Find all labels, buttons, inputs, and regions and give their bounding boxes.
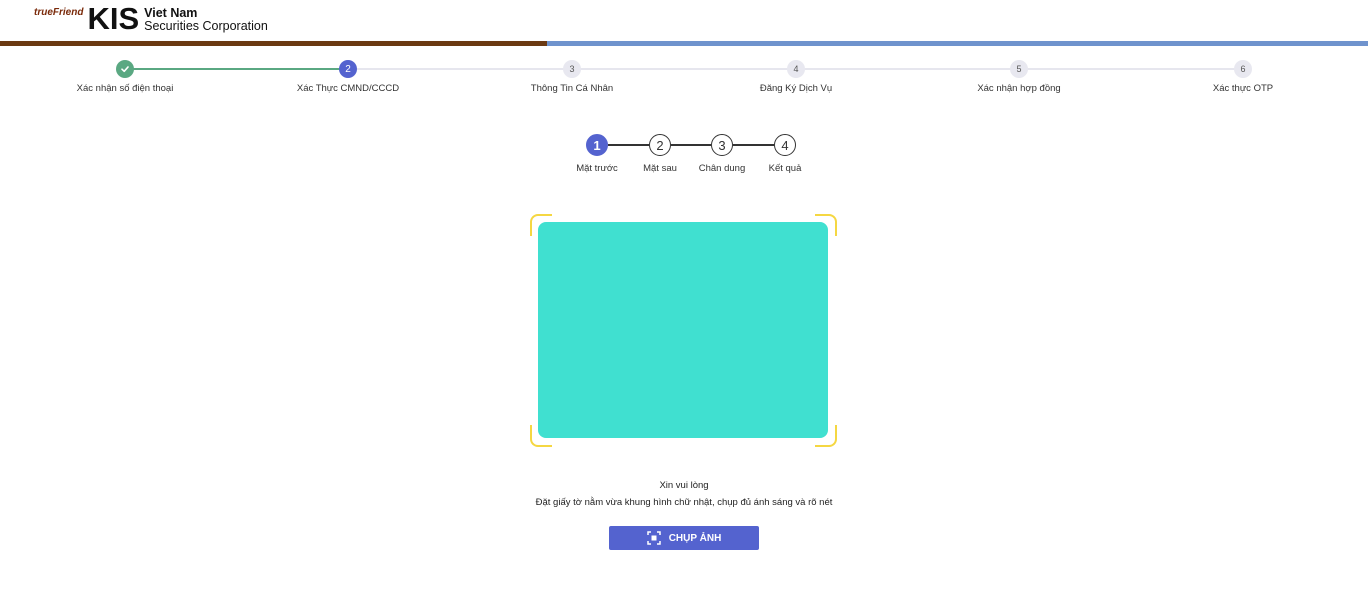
- header-bar-blue: [547, 41, 1368, 46]
- header: trueFriend KIS Viet Nam Securities Corpo…: [0, 0, 1368, 46]
- step-label: Xác thực OTP: [1212, 83, 1274, 94]
- capture-frame-icon: [646, 531, 661, 545]
- step-label: Đăng Ký Dịch Vụ: [759, 83, 833, 94]
- camera-preview: [538, 222, 828, 438]
- step-label: Xác nhận số điện thoại: [76, 83, 174, 94]
- step-label: Xác nhận hợp đồng: [977, 83, 1061, 94]
- step-number: 3: [563, 60, 581, 78]
- instruction-title: Xin vui lòng: [659, 480, 709, 491]
- step-number: 5: [1010, 60, 1028, 78]
- step-number: 2: [339, 60, 357, 78]
- substep-label: Kết quả: [768, 163, 802, 174]
- check-icon: [116, 60, 134, 78]
- substep-number: 4: [774, 134, 796, 156]
- substep-connector: [671, 144, 711, 146]
- step-label: Thông Tin Cá Nhân: [530, 83, 614, 94]
- substep-connector: [733, 144, 774, 146]
- substep-number: 2: [649, 134, 671, 156]
- step-number: 6: [1234, 60, 1252, 78]
- capture-button-label: CHỤP ẢNH: [668, 532, 722, 544]
- main-stepper: Xác nhận số điện thoại 2 Xác Thực CMND/C…: [0, 58, 1368, 98]
- camera-frame: [530, 214, 837, 447]
- kis-logo[interactable]: trueFriend KIS Viet Nam Securities Corpo…: [34, 1, 268, 36]
- substep-number: 1: [586, 134, 608, 156]
- step-label: Xác Thực CMND/CCCD: [296, 83, 400, 94]
- substep-connector: [608, 144, 649, 146]
- stepper-line-completed: [125, 68, 348, 70]
- capture-button[interactable]: CHỤP ẢNH: [609, 526, 759, 550]
- true-friend-logo: trueFriend: [34, 7, 84, 18]
- header-bar-brown: [0, 41, 547, 46]
- id-capture-substepper: 1 Mặt trước 2 Mặt sau 3 Chân dung 4 Kết …: [0, 133, 1368, 183]
- brand-subtitle: Viet Nam Securities Corporation: [144, 6, 268, 33]
- brand-name: KIS: [87, 1, 140, 36]
- substep-number: 3: [711, 134, 733, 156]
- instruction-text: Đặt giấy tờ nằm vừa khung hình chữ nhật,…: [535, 497, 833, 508]
- step-number: 4: [787, 60, 805, 78]
